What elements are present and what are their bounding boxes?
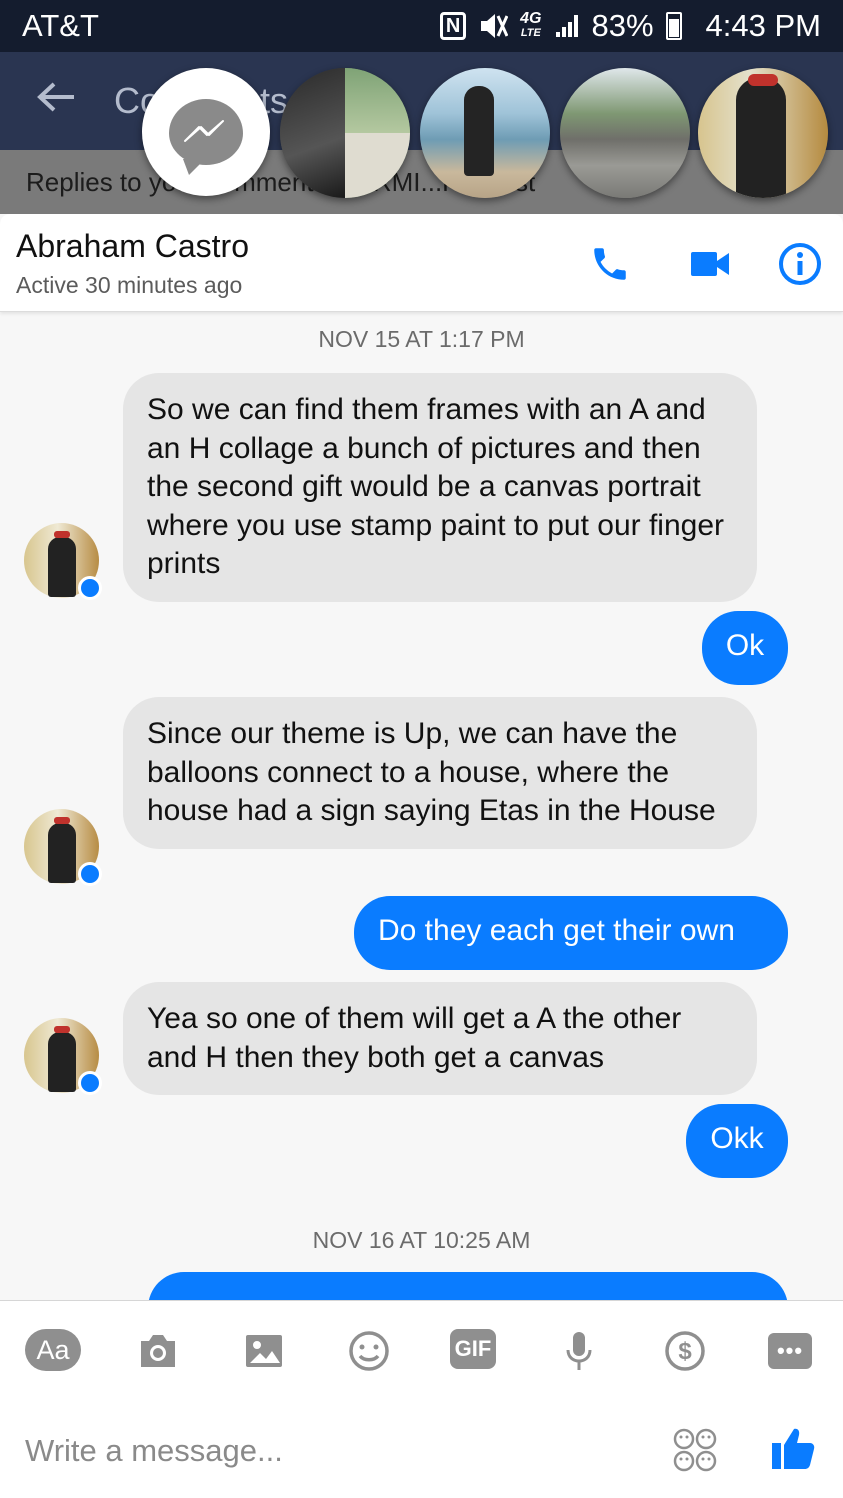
messenger-badge-icon: [78, 576, 102, 600]
phone-icon: [594, 248, 626, 280]
message-composer: Aa GIF $ •••: [0, 1300, 843, 1498]
payment-button[interactable]: $: [657, 1329, 713, 1373]
outgoing-message[interactable]: Okk: [686, 1104, 788, 1178]
network-subtype: LTE: [520, 27, 541, 39]
outgoing-message[interactable]: Do they each get their own: [354, 896, 788, 970]
video-camera-icon: [691, 252, 729, 276]
outgoing-message[interactable]: Ok: [702, 611, 788, 685]
messenger-badge-icon: [78, 862, 102, 886]
network-type: 4G: [520, 10, 542, 27]
avatar[interactable]: [24, 809, 102, 886]
chat-head-group[interactable]: [560, 68, 690, 198]
mute-icon: [478, 12, 509, 40]
like-button[interactable]: [770, 1425, 816, 1471]
chat-head-abraham[interactable]: [698, 68, 828, 198]
gif-button[interactable]: GIF: [450, 1329, 496, 1369]
status-bar: AT&T N 4G LTE 83% 4:43 PM: [0, 0, 843, 52]
chat-head-photo-collage[interactable]: [280, 68, 410, 198]
date-separator: NOV 15 AT 1:17 PM: [318, 326, 525, 352]
stickers-button[interactable]: [672, 1427, 718, 1473]
camera-button[interactable]: [130, 1329, 186, 1373]
carrier-name: AT&T: [22, 8, 99, 43]
call-button[interactable]: [588, 242, 632, 286]
date-separator: NOV 16 AT 10:25 AM: [312, 1227, 531, 1253]
chat-head-beach[interactable]: [420, 68, 550, 198]
info-button[interactable]: [778, 242, 822, 286]
thumbs-up-icon: [772, 1428, 815, 1469]
incoming-message[interactable]: Since our theme is Up, we can have the b…: [123, 697, 757, 849]
microphone-icon: [566, 1332, 592, 1370]
status-icons: N 4G LTE 83% 4:43 PM: [440, 8, 821, 44]
messenger-icon: [169, 99, 243, 175]
more-button[interactable]: •••: [768, 1333, 812, 1369]
image-icon: [246, 1335, 282, 1367]
incoming-message[interactable]: Yea so one of them will get a A the othe…: [123, 982, 757, 1096]
gallery-button[interactable]: [236, 1329, 292, 1373]
text-format-button[interactable]: Aa: [25, 1329, 81, 1371]
network-indicator: 4G LTE: [520, 10, 542, 40]
messenger-chat-head[interactable]: [142, 68, 270, 196]
emoji-icon: [349, 1331, 389, 1371]
battery-icon: [665, 12, 682, 40]
info-icon: [779, 243, 821, 285]
svg-text:$: $: [678, 1338, 692, 1365]
incoming-message[interactable]: So we can find them frames with an A and…: [123, 373, 757, 602]
voice-button[interactable]: [551, 1329, 607, 1373]
video-call-button[interactable]: [688, 242, 732, 286]
battery-percent: 83%: [591, 8, 654, 43]
nfc-icon: N: [440, 12, 467, 40]
avatar[interactable]: [24, 1018, 102, 1095]
signal-icon: [554, 13, 580, 39]
chat-heads-row: [0, 68, 843, 282]
payment-icon: $: [665, 1331, 705, 1371]
camera-icon: [141, 1335, 175, 1367]
clock: 4:43 PM: [705, 8, 821, 43]
contact-name[interactable]: Abraham Castro: [16, 228, 249, 265]
emoji-button[interactable]: [341, 1329, 397, 1373]
conversation-header: Abraham Castro Active 30 minutes ago: [0, 214, 843, 312]
avatar[interactable]: [24, 523, 102, 600]
messenger-badge-icon: [78, 1071, 102, 1095]
message-input[interactable]: [25, 1427, 625, 1475]
stickers-icon: [673, 1428, 717, 1472]
active-status: Active 30 minutes ago: [16, 272, 243, 298]
